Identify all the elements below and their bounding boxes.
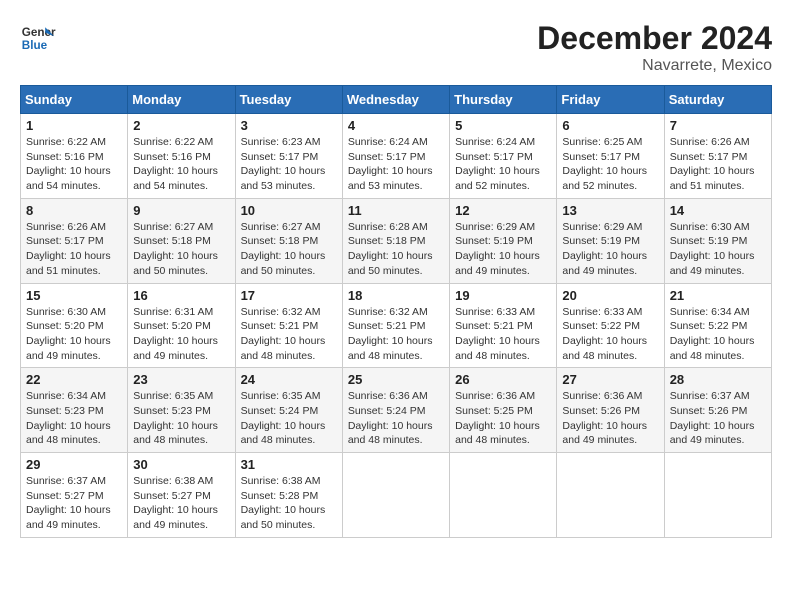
page-subtitle: Navarrete, Mexico [537,57,772,75]
table-row [342,453,449,538]
title-block: December 2024 Navarrete, Mexico [537,20,772,75]
col-monday: Monday [128,86,235,114]
svg-text:Blue: Blue [22,39,48,52]
table-row: 21Sunrise: 6:34 AMSunset: 5:22 PMDayligh… [664,283,771,368]
table-row: 20Sunrise: 6:33 AMSunset: 5:22 PMDayligh… [557,283,664,368]
table-row: 24Sunrise: 6:35 AMSunset: 5:24 PMDayligh… [235,368,342,453]
table-row: 4Sunrise: 6:24 AMSunset: 5:17 PMDaylight… [342,114,449,199]
col-tuesday: Tuesday [235,86,342,114]
calendar-header-row: Sunday Monday Tuesday Wednesday Thursday… [21,86,772,114]
table-row: 30Sunrise: 6:38 AMSunset: 5:27 PMDayligh… [128,453,235,538]
table-row: 3Sunrise: 6:23 AMSunset: 5:17 PMDaylight… [235,114,342,199]
col-wednesday: Wednesday [342,86,449,114]
table-row: 26Sunrise: 6:36 AMSunset: 5:25 PMDayligh… [450,368,557,453]
page-header: General Blue December 2024 Navarrete, Me… [20,20,772,75]
calendar-table: Sunday Monday Tuesday Wednesday Thursday… [20,85,772,538]
svg-text:General: General [22,26,56,39]
table-row: 29Sunrise: 6:37 AMSunset: 5:27 PMDayligh… [21,453,128,538]
logo-icon: General Blue [20,20,56,56]
table-row: 6Sunrise: 6:25 AMSunset: 5:17 PMDaylight… [557,114,664,199]
table-row: 28Sunrise: 6:37 AMSunset: 5:26 PMDayligh… [664,368,771,453]
table-row: 2Sunrise: 6:22 AMSunset: 5:16 PMDaylight… [128,114,235,199]
col-thursday: Thursday [450,86,557,114]
table-row [450,453,557,538]
col-sunday: Sunday [21,86,128,114]
table-row: 7Sunrise: 6:26 AMSunset: 5:17 PMDaylight… [664,114,771,199]
table-row: 15Sunrise: 6:30 AMSunset: 5:20 PMDayligh… [21,283,128,368]
table-row: 18Sunrise: 6:32 AMSunset: 5:21 PMDayligh… [342,283,449,368]
table-row: 14Sunrise: 6:30 AMSunset: 5:19 PMDayligh… [664,198,771,283]
col-saturday: Saturday [664,86,771,114]
col-friday: Friday [557,86,664,114]
table-row: 12Sunrise: 6:29 AMSunset: 5:19 PMDayligh… [450,198,557,283]
table-row: 1Sunrise: 6:22 AMSunset: 5:16 PMDaylight… [21,114,128,199]
table-row [557,453,664,538]
table-row: 16Sunrise: 6:31 AMSunset: 5:20 PMDayligh… [128,283,235,368]
table-row: 17Sunrise: 6:32 AMSunset: 5:21 PMDayligh… [235,283,342,368]
table-row: 9Sunrise: 6:27 AMSunset: 5:18 PMDaylight… [128,198,235,283]
table-row: 11Sunrise: 6:28 AMSunset: 5:18 PMDayligh… [342,198,449,283]
logo: General Blue [20,20,56,56]
table-row [664,453,771,538]
table-row: 31Sunrise: 6:38 AMSunset: 5:28 PMDayligh… [235,453,342,538]
page-title: December 2024 [537,20,772,57]
table-row: 23Sunrise: 6:35 AMSunset: 5:23 PMDayligh… [128,368,235,453]
table-row: 5Sunrise: 6:24 AMSunset: 5:17 PMDaylight… [450,114,557,199]
table-row: 25Sunrise: 6:36 AMSunset: 5:24 PMDayligh… [342,368,449,453]
table-row: 22Sunrise: 6:34 AMSunset: 5:23 PMDayligh… [21,368,128,453]
table-row: 13Sunrise: 6:29 AMSunset: 5:19 PMDayligh… [557,198,664,283]
table-row: 10Sunrise: 6:27 AMSunset: 5:18 PMDayligh… [235,198,342,283]
table-row: 8Sunrise: 6:26 AMSunset: 5:17 PMDaylight… [21,198,128,283]
table-row: 27Sunrise: 6:36 AMSunset: 5:26 PMDayligh… [557,368,664,453]
table-row: 19Sunrise: 6:33 AMSunset: 5:21 PMDayligh… [450,283,557,368]
